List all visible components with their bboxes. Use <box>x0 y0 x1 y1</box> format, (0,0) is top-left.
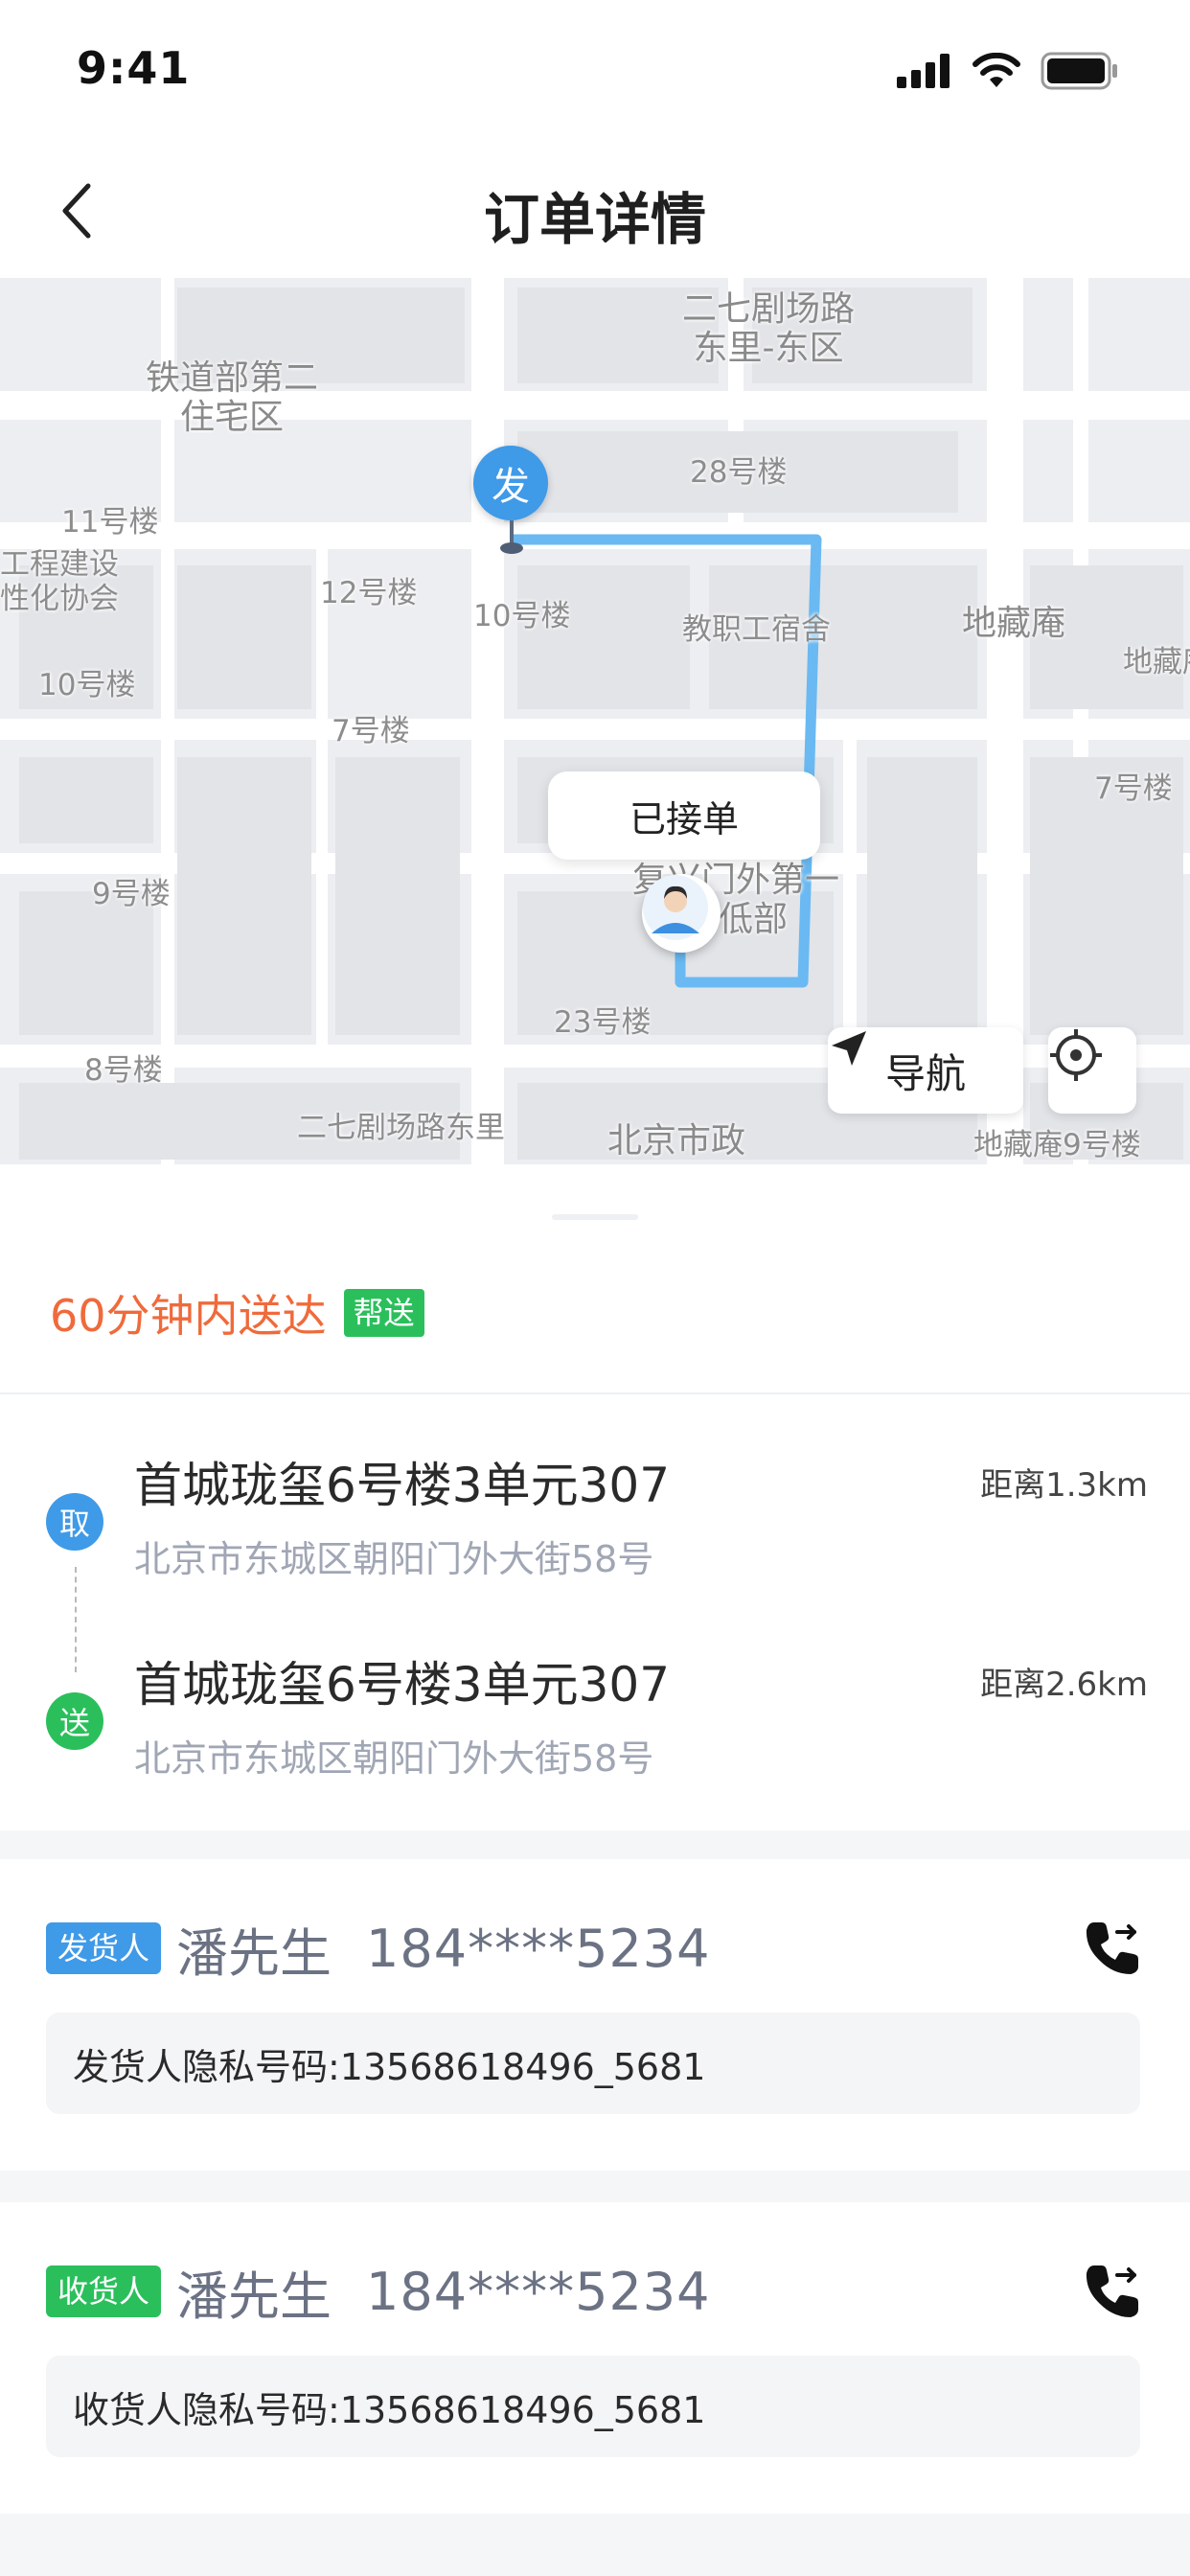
battery-icon <box>1041 52 1117 90</box>
pickup-distance: 距离1.3km <box>980 1466 1148 1505</box>
drag-handle[interactable] <box>552 1214 638 1220</box>
map-label: 10号楼 <box>38 668 136 702</box>
wifi-icon <box>973 53 1020 87</box>
call-sender-icon[interactable] <box>1081 1917 1144 1980</box>
map-label: 12号楼 <box>320 576 418 610</box>
call-receiver-icon[interactable] <box>1081 2260 1144 2323</box>
map-label: 10号楼 <box>473 599 571 633</box>
delivery-distance: 距离2.6km <box>980 1666 1148 1704</box>
page-title: 订单详情 <box>483 187 706 252</box>
courier-avatar-icon <box>643 875 708 940</box>
receiver-phone: 184****5234 <box>366 2261 711 2322</box>
map-label: 7号楼 <box>332 714 410 748</box>
map-label: 7号楼 <box>1094 771 1173 806</box>
eta-row: 60分钟内送达 帮送 <box>50 1279 424 1346</box>
receiver-role-tag: 收货人 <box>46 2265 162 2318</box>
map-label: 铁道部第二 住宅区 <box>146 358 319 438</box>
status-bar: 9:41 <box>0 0 1190 144</box>
map-label: 二七剧场路 东里-东区 <box>682 289 856 369</box>
send-pin[interactable]: 发 <box>473 446 548 520</box>
order-status-bubble: 已接单 <box>548 771 820 860</box>
sender-row: 发货人 潘先生 184****5234 <box>46 1915 711 1984</box>
map-label: 北京市政 <box>607 1121 746 1161</box>
map-label: 地藏庵 <box>962 604 1066 643</box>
receiver-card: 收货人 潘先生 184****5234 收货人隐私号码:13568618496_… <box>0 2202 1190 2514</box>
send-pin-dot <box>500 542 523 554</box>
status-time: 9:41 <box>77 42 191 94</box>
pickup-title: 首城珑玺6号楼3单元307 <box>134 1458 671 1513</box>
pickup-address[interactable]: 取 首城珑玺6号楼3单元307 北京市东城区朝阳门外大街58号 距离1.3km <box>46 1447 1148 1581</box>
delivery-icon: 送 <box>46 1692 103 1750</box>
delivery-address-line: 北京市东城区朝阳门外大街58号 <box>134 1737 654 1780</box>
delivery-address[interactable]: 送 首城珑玺6号楼3单元307 北京市东城区朝阳门外大街58号 距离2.6km <box>46 1646 1148 1781</box>
sender-phone: 184****5234 <box>366 1918 711 1979</box>
signal-icon <box>897 54 950 88</box>
sender-role-tag: 发货人 <box>46 1921 162 1975</box>
map-label: 地藏庵9号楼 <box>973 1128 1141 1162</box>
status-icons <box>897 50 1119 92</box>
nav-bar: 订单详情 <box>0 144 1190 278</box>
map-label: 8号楼 <box>84 1053 163 1088</box>
sender-private-number: 发货人隐私号码:13568618496_5681 <box>46 2012 1140 2114</box>
sender-name: 潘先生 <box>176 1922 332 1984</box>
delivery-title: 首城珑玺6号楼3单元307 <box>134 1657 671 1713</box>
navigate-button[interactable]: 导航 <box>828 1027 1023 1114</box>
crosshair-icon <box>1050 1029 1102 1081</box>
map-label: 11号楼 <box>61 505 159 540</box>
map-label: 地藏庵 <box>1123 645 1190 679</box>
receiver-private-number: 收货人隐私号码:13568618496_5681 <box>46 2356 1140 2457</box>
receiver-row: 收货人 潘先生 184****5234 <box>46 2258 711 2327</box>
divider <box>0 1392 1190 1394</box>
courier-avatar[interactable] <box>642 874 721 953</box>
pickup-address-line: 北京市东城区朝阳门外大街58号 <box>134 1538 654 1580</box>
map-label: 28号楼 <box>690 455 788 490</box>
eta-text: 60分钟内送达 <box>50 1290 327 1342</box>
map-label: 9号楼 <box>92 877 171 911</box>
locate-button[interactable] <box>1048 1027 1136 1114</box>
map-label: 二七剧场路东里 <box>297 1111 505 1145</box>
map-label: 工程建设 性化协会 <box>0 547 119 616</box>
sender-card: 发货人 潘先生 184****5234 发货人隐私号码:13568618496_… <box>0 1859 1190 2171</box>
map-label: 教职工宿舍 <box>682 612 831 647</box>
service-tag: 帮送 <box>343 1288 424 1338</box>
pickup-icon: 取 <box>46 1493 103 1551</box>
map-view[interactable]: 二七剧场路 东里-东区 铁道部第二 住宅区 28号楼 11号楼 工程建设 性化协… <box>0 278 1190 1164</box>
map-label: 23号楼 <box>554 1005 652 1040</box>
receiver-name: 潘先生 <box>176 2266 332 2327</box>
navigate-label: 导航 <box>884 1049 966 1097</box>
navigation-arrow-icon <box>832 1031 866 1066</box>
